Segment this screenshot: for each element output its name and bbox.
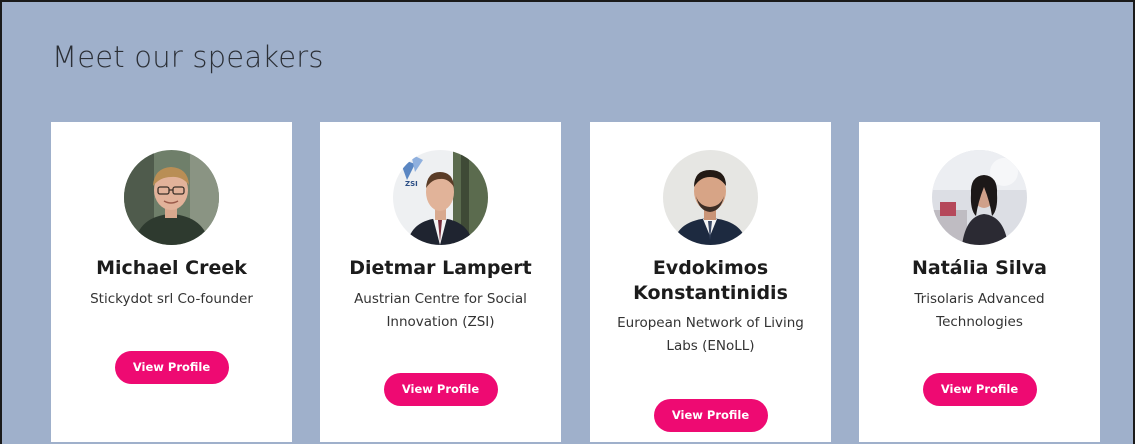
speaker-photo	[663, 150, 758, 245]
view-profile-button[interactable]: View Profile	[383, 373, 498, 406]
speaker-photo	[124, 150, 219, 245]
view-profile-button[interactable]: View Profile	[114, 351, 229, 384]
view-profile-button[interactable]: View Profile	[653, 399, 768, 432]
speaker-name: Michael Creek	[96, 257, 247, 279]
speaker-organization: European Network of Living Labs (ENoLL)	[617, 315, 804, 354]
speaker-photo-icon: ZSI	[393, 150, 488, 245]
speaker-photo-icon	[932, 150, 1027, 245]
view-profile-button[interactable]: View Profile	[922, 373, 1037, 406]
section-title: Meet our speakers	[52, 40, 324, 74]
speaker-photo	[932, 150, 1027, 245]
speaker-photo-icon	[663, 150, 758, 245]
speaker-card-dietmar-lampert: ZSI Dietmar Lampert Austrian Centre for …	[320, 122, 561, 442]
svg-text:ZSI: ZSI	[405, 180, 418, 188]
speaker-name: Evdokimos Konstantinidis	[633, 257, 788, 304]
speaker-name: Dietmar Lampert	[349, 257, 532, 279]
speaker-organization: Trisolaris Advanced Technologies	[914, 291, 1045, 330]
speaker-card-michael-creek: Michael Creek Stickydot srl Co-founder V…	[51, 122, 292, 442]
speaker-photo-icon	[124, 150, 219, 245]
speaker-organization: Austrian Centre for Social Innovation (Z…	[354, 291, 527, 330]
speaker-organization: Stickydot srl Co-founder	[90, 291, 253, 307]
speaker-card-natalia-silva: Natália Silva Trisolaris Advanced Techno…	[859, 122, 1100, 442]
speaker-photo: ZSI	[393, 150, 488, 245]
speakers-section: Meet our speakers Michael Creek Stickydo…	[0, 0, 1135, 444]
speaker-card-evdokimos-konstantinidis: Evdokimos Konstantinidis European Networ…	[590, 122, 831, 442]
speaker-name: Natália Silva	[911, 257, 1047, 279]
